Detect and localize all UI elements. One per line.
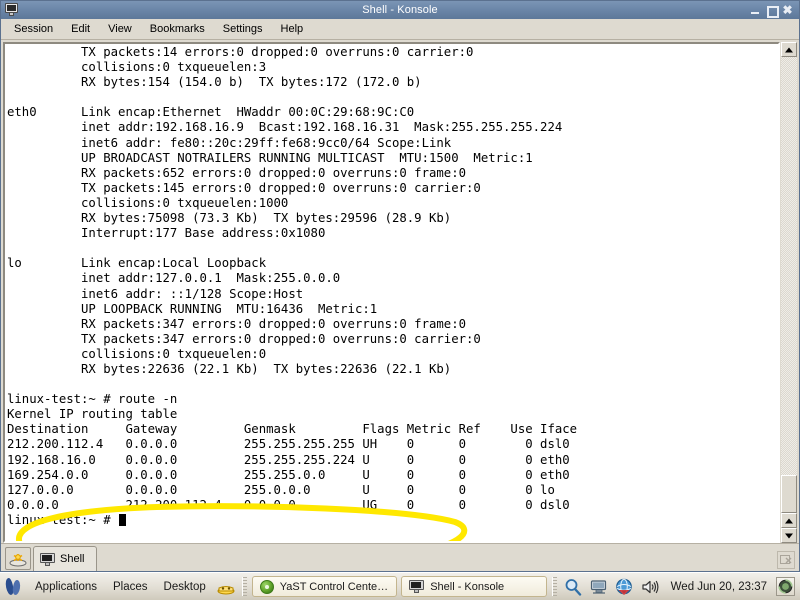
terminal-output: TX packets:14 errors:0 dropped:0 overrun…	[7, 45, 578, 512]
task-label: Shell - Konsole	[430, 580, 505, 593]
scrollbar-thumb[interactable]	[781, 475, 797, 513]
task-label: YaST Control Center @ linu...	[279, 580, 389, 593]
menu-item-help[interactable]: Help	[272, 21, 313, 37]
new-session-icon	[9, 553, 27, 566]
menu-item-session[interactable]: Session	[5, 21, 62, 37]
window-titlebar[interactable]: Shell - Konsole ✖	[1, 1, 799, 19]
taskbar-panel: Applications Places Desktop YaST Control…	[0, 572, 800, 600]
suse-gecko-logo-icon[interactable]	[4, 576, 23, 597]
new-session-button[interactable]	[5, 547, 31, 570]
close-session-icon[interactable]	[777, 551, 795, 569]
show-desktop-button[interactable]	[215, 577, 237, 597]
konsole-icon	[409, 580, 425, 593]
task-button-yast[interactable]: YaST Control Center @ linu...	[251, 576, 398, 597]
tab-label: Shell	[60, 553, 85, 565]
maximize-button[interactable]	[766, 5, 779, 18]
display-icon[interactable]	[588, 577, 610, 597]
system-tray: Wed Jun 20, 23:37	[562, 577, 797, 597]
konsole-icon	[40, 552, 55, 566]
menu-item-view[interactable]: View	[99, 21, 141, 37]
menu-bar: Session Edit View Bookmarks Settings Hel…	[1, 19, 799, 40]
pager-glyph	[778, 579, 793, 594]
scroll-up-arrow-icon[interactable]	[781, 42, 797, 57]
menu-places[interactable]: Places	[106, 577, 155, 597]
window-title: Shell - Konsole	[362, 4, 438, 16]
shell-prompt: linux-test:~ #	[7, 512, 119, 527]
window-controls: ✖	[750, 4, 797, 18]
menu-item-edit[interactable]: Edit	[62, 21, 99, 37]
volume-icon[interactable]	[640, 577, 662, 597]
volume-glyph	[642, 580, 659, 593]
display-glyph	[590, 579, 606, 594]
yast-icon	[259, 579, 274, 594]
show-desktop-icon	[217, 585, 235, 594]
search-glyph	[565, 578, 581, 596]
terminal-scrollbar[interactable]	[781, 42, 797, 543]
clock[interactable]: Wed Jun 20, 23:37	[666, 581, 772, 593]
window-task-list: YaST Control Center @ linu... Shell - Ko…	[251, 576, 547, 597]
konsole-window: Shell - Konsole ✖ Session Edit View Book…	[0, 0, 800, 572]
menu-item-settings[interactable]: Settings	[214, 21, 272, 37]
konsole-icon	[4, 3, 20, 17]
network-globe-glyph	[616, 578, 632, 595]
terminal-area: TX packets:14 errors:0 dropped:0 overrun…	[1, 40, 799, 543]
close-icon[interactable]: ✖	[782, 4, 793, 16]
scroll-up-arrow-icon-2[interactable]	[781, 513, 797, 528]
tray-grip[interactable]	[551, 577, 557, 596]
menu-item-bookmarks[interactable]: Bookmarks	[141, 21, 214, 37]
task-button-konsole[interactable]: Shell - Konsole	[401, 576, 547, 597]
text-cursor	[119, 513, 127, 526]
scrollbar-trough[interactable]	[781, 57, 797, 513]
minimize-button[interactable]	[750, 5, 761, 16]
scroll-down-arrow-icon[interactable]	[781, 528, 797, 543]
terminal-prompt-line: linux-test:~ #	[7, 513, 778, 528]
terminal-screen[interactable]: TX packets:14 errors:0 dropped:0 overrun…	[3, 42, 780, 543]
close-session-glyph	[779, 555, 791, 564]
desktop: Shell - Konsole ✖ Session Edit View Book…	[0, 0, 800, 600]
network-globe-icon[interactable]	[614, 577, 636, 597]
konsole-tabbar: Shell	[1, 543, 799, 571]
tab-shell[interactable]: Shell	[33, 546, 98, 571]
search-icon[interactable]	[562, 577, 584, 597]
menu-applications[interactable]: Applications	[28, 577, 104, 597]
menu-desktop[interactable]: Desktop	[157, 577, 213, 597]
pager-icon[interactable]	[776, 577, 795, 596]
panel-grip[interactable]	[241, 577, 247, 596]
